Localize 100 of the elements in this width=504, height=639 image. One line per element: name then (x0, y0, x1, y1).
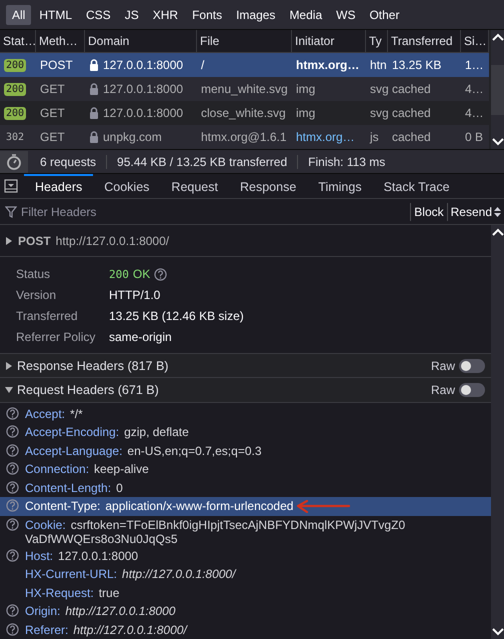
file-cell: menu_white.svg (197, 77, 292, 101)
header-row[interactable]: Connection: keep-alive (0, 460, 491, 478)
header-text: Content-Length: 0 (25, 480, 124, 494)
scrollbar[interactable] (491, 225, 504, 639)
raw-toggle[interactable] (459, 358, 485, 373)
stopwatch-icon[interactable] (0, 150, 28, 172)
lock-icon (89, 59, 99, 71)
status-code: 200 (109, 268, 129, 280)
detail-tab[interactable]: Timings (307, 174, 373, 198)
section-header[interactable]: Response Headers (817 B) Raw (0, 354, 491, 378)
column-header[interactable]: Stat… (0, 30, 36, 53)
filter-field[interactable]: Filter Headers (17, 204, 410, 218)
raw-toggle[interactable] (459, 382, 485, 397)
scrollbar[interactable] (491, 30, 504, 149)
expanded-triangle-icon[interactable] (5, 386, 13, 394)
column-header[interactable]: Si… (461, 30, 489, 53)
help-icon[interactable] (6, 548, 19, 562)
help-icon[interactable] (6, 604, 19, 617)
status-code: 302 (5, 130, 26, 144)
method-cell: POST (36, 53, 85, 77)
header-row[interactable]: Referer: http://127.0.0.1:8000/ (0, 620, 491, 639)
column-header[interactable]: File (197, 30, 292, 53)
type-filter-button[interactable]: Other (363, 4, 406, 24)
panel-toggle-icon[interactable] (4, 179, 18, 193)
domain-text: 127.0.0.1:8000 (103, 82, 184, 96)
help-icon[interactable] (6, 444, 19, 456)
type-filter-button[interactable]: Images (230, 4, 282, 24)
type-filter-button[interactable]: HTML (33, 4, 78, 24)
status-code: 200 (4, 82, 26, 96)
header-text: Accept-Language: en-US,en;q=0.7,es;q=0.3 (25, 444, 263, 458)
initiator-text: img (296, 82, 316, 96)
info-label: Transferred (16, 309, 79, 323)
header-text: Connection: keep-alive (25, 462, 150, 476)
lock-icon (89, 131, 99, 143)
header-row[interactable]: Content-Type: application/x-www-form-urlencoded (0, 497, 491, 516)
column-header[interactable]: Meth… (36, 30, 85, 53)
action-button[interactable]: Resend (446, 202, 504, 220)
type-filter-button[interactable]: CSS (80, 4, 117, 24)
help-icon[interactable] (6, 425, 19, 438)
collapsed-triangle-icon[interactable] (5, 362, 13, 370)
header-row[interactable]: HX-Current-URL: http://127.0.0.1:8000/ (0, 565, 491, 584)
collapsed-triangle-icon[interactable] (5, 236, 13, 244)
request-method: POST (18, 234, 51, 248)
header-text: Referer: http://127.0.0.1:8000/ (25, 622, 189, 636)
transferred-cell: 13.25 KB (388, 53, 461, 77)
header-text: HX-Request: true (25, 586, 120, 600)
help-icon[interactable] (154, 268, 168, 280)
section-header[interactable]: Request Headers (671 B) Raw (0, 378, 491, 402)
info-label: Referrer Policy (16, 330, 96, 344)
header-text: Accept-Encoding: gzip, deflate (25, 425, 190, 439)
summary-text: Finish: 113 ms (297, 154, 396, 168)
initiator-text: htmx.org… (296, 58, 360, 72)
help-icon[interactable] (6, 622, 19, 636)
column-header[interactable]: Domain (85, 30, 197, 53)
info-value: 13.25 KB (12.46 KB size) (109, 309, 244, 323)
header-row[interactable]: Origin: http://127.0.0.1:8000 (0, 602, 491, 620)
file-cell: htmx.org@1.6.1 (197, 125, 292, 149)
size-cell: 1… (461, 53, 489, 77)
initiator-text: img (296, 106, 316, 120)
request-url: http://127.0.0.1:8000/ (56, 234, 170, 248)
column-header[interactable]: Transferred (388, 30, 461, 53)
type-cell: js (366, 125, 388, 149)
column-header[interactable]: Initiator (292, 30, 366, 53)
header-row[interactable]: Accept: */* (0, 404, 491, 423)
domain-text: unpkg.com (103, 130, 162, 144)
help-icon[interactable] (6, 462, 19, 475)
header-row[interactable]: Host: 127.0.0.1:8000 (0, 546, 491, 565)
type-filter-button[interactable]: XHR (146, 4, 184, 24)
filter-icon (5, 206, 17, 218)
type-filter-button[interactable]: JS (118, 4, 145, 24)
type-filter-button[interactable]: Media (283, 4, 328, 24)
detail-tab[interactable]: Response (228, 174, 308, 198)
detail-tab[interactable]: Cookies (93, 174, 160, 198)
help-icon[interactable] (6, 406, 19, 420)
header-row[interactable]: Accept-Encoding: gzip, deflate (0, 423, 491, 442)
column-header[interactable]: Ty (366, 30, 388, 53)
header-row[interactable]: HX-Request: true (0, 584, 491, 602)
type-filter-button[interactable]: All (6, 4, 32, 24)
header-text: Accept: */* (25, 406, 84, 420)
section-title: Request Headers (671 B) (17, 382, 160, 397)
detail-tab[interactable]: Stack Trace (372, 174, 461, 198)
header-row[interactable]: Content-Length: 0 (0, 478, 491, 497)
help-icon[interactable] (6, 518, 19, 530)
header-row[interactable]: Accept-Language: en-US,en;q=0.7,es;q=0.3 (0, 442, 491, 460)
raw-label: Raw (430, 382, 455, 397)
initiator-link[interactable]: htmx.org… (296, 130, 355, 144)
type-filter-button[interactable]: Fonts (186, 4, 228, 24)
help-icon[interactable] (6, 480, 19, 494)
type-cell: htn (366, 53, 388, 77)
action-button[interactable]: Block (410, 202, 447, 220)
raw-label: Raw (430, 358, 455, 373)
lock-icon (89, 107, 99, 119)
help-icon[interactable] (6, 499, 19, 512)
status-code: 200 (4, 106, 26, 120)
info-label: Version (16, 288, 58, 302)
header-row[interactable]: Cookie: csrftoken=TFoElBnkf0igHIpjtTsecAjNBFYDNmqlKPWjJVTvgZ0VaDfWWQErs8o3Nu0JqQs5 (0, 516, 491, 546)
detail-tab[interactable]: Request (160, 174, 229, 198)
type-filter-button[interactable]: WS (330, 4, 362, 24)
header-text: HX-Current-URL: http://127.0.0.1:8000/ (25, 567, 238, 581)
header-text: Content-Type: application/x-www-form-urlencoded (25, 499, 432, 514)
